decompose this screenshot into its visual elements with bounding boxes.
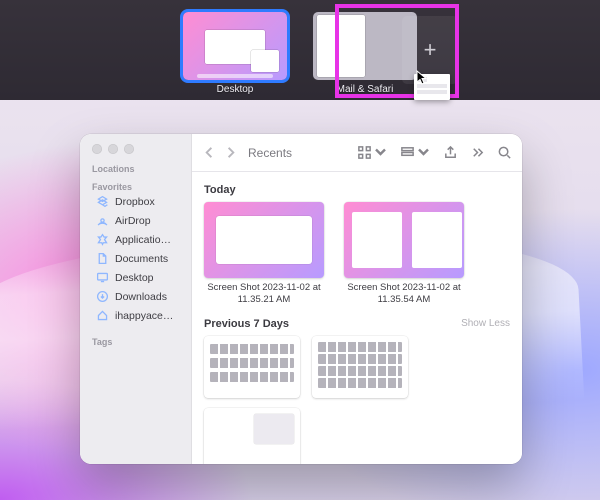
desktop-icon (96, 271, 109, 284)
sidebar-item-label: Desktop (115, 272, 154, 284)
grid-view-icon (357, 145, 372, 160)
sidebar-item-label: AirDrop (115, 215, 151, 227)
airdrop-icon (96, 214, 109, 227)
sidebar-item-label: Applicatio… (115, 234, 171, 246)
finder-title: Recents (248, 146, 347, 160)
back-button[interactable] (202, 145, 217, 160)
file-thumbnail (204, 202, 324, 278)
sidebar-item-label: Dropbox (115, 196, 155, 208)
mc-label: Desktop (217, 84, 254, 95)
file-thumbnail (312, 336, 408, 398)
group-title-today: Today (204, 184, 236, 196)
sidebar-item-home[interactable]: ihappyace… (84, 306, 187, 325)
group-icon (400, 145, 415, 160)
plus-icon: + (424, 39, 437, 61)
finder-main: Recents Today (192, 134, 522, 464)
applications-icon (96, 233, 109, 246)
group-button[interactable] (400, 145, 431, 160)
minimize-button[interactable] (108, 144, 118, 154)
mission-control-bar: Desktop Mail & Safari + (0, 0, 600, 100)
file-grid-today: Screen Shot 2023-11-02 at 11.35.21 AM Sc… (204, 202, 510, 306)
sidebar-item-label: Downloads (115, 291, 167, 303)
file-item[interactable]: Screen Shot 2023-11-02 at 11.35.21 AM (204, 202, 324, 306)
sidebar-item-dropbox[interactable]: Dropbox (84, 192, 187, 211)
mc-label: Mail & Safari (337, 84, 394, 95)
share-button[interactable] (443, 145, 458, 160)
file-item[interactable] (204, 336, 300, 398)
search-button[interactable] (497, 145, 512, 160)
sidebar-section-favorites: Favorites (80, 180, 191, 192)
file-name: Screen Shot 2023-11-02 at 11.35.21 AM (204, 282, 324, 306)
documents-icon (96, 252, 109, 265)
file-thumbnail (204, 336, 300, 398)
nav-buttons (202, 145, 238, 160)
finder-window[interactable]: Locations Favorites Dropbox AirDrop Appl… (80, 134, 522, 464)
sidebar-item-documents[interactable]: Documents (84, 249, 187, 268)
close-button[interactable] (92, 144, 102, 154)
file-item[interactable]: Screen Shot 2023-11-02 at 11.35.54 AM (344, 202, 464, 306)
sidebar-item-airdrop[interactable]: AirDrop (84, 211, 187, 230)
finder-sidebar: Locations Favorites Dropbox AirDrop Appl… (80, 134, 192, 464)
home-icon (96, 309, 109, 322)
finder-toolbar: Recents (192, 134, 522, 172)
group-title-prev7: Previous 7 Days (204, 318, 289, 330)
sidebar-item-downloads[interactable]: Downloads (84, 287, 187, 306)
sidebar-item-label: Documents (115, 253, 168, 265)
downloads-icon (96, 290, 109, 303)
file-thumbnail (204, 408, 300, 464)
finder-content[interactable]: Today Screen Shot 2023-11-02 at 11.35.21… (192, 172, 522, 464)
window-controls[interactable] (80, 134, 191, 162)
file-item[interactable] (204, 408, 300, 464)
sidebar-item-applications[interactable]: Applicatio… (84, 230, 187, 249)
mc-space-desktop[interactable]: Desktop (183, 12, 287, 100)
show-less-button[interactable]: Show Less (461, 318, 510, 329)
dropbox-icon (96, 195, 109, 208)
file-item[interactable] (312, 336, 408, 398)
file-name: Screen Shot 2023-11-02 at 11.35.54 AM (344, 282, 464, 306)
zoom-button[interactable] (124, 144, 134, 154)
sidebar-section-tags: Tags (80, 335, 191, 347)
file-grid-prev7 (204, 336, 510, 464)
sidebar-item-label: ihappyace… (115, 310, 173, 322)
forward-button[interactable] (223, 145, 238, 160)
mc-thumb-desktop[interactable] (183, 12, 287, 80)
sidebar-section-locations: Locations (80, 162, 191, 174)
dragged-window-tile (414, 74, 450, 100)
sidebar-item-desktop[interactable]: Desktop (84, 268, 187, 287)
chevron-down-icon (416, 145, 431, 160)
chevron-down-icon (373, 145, 388, 160)
more-button[interactable] (470, 145, 485, 160)
view-icon-button[interactable] (357, 145, 388, 160)
file-thumbnail (344, 202, 464, 278)
